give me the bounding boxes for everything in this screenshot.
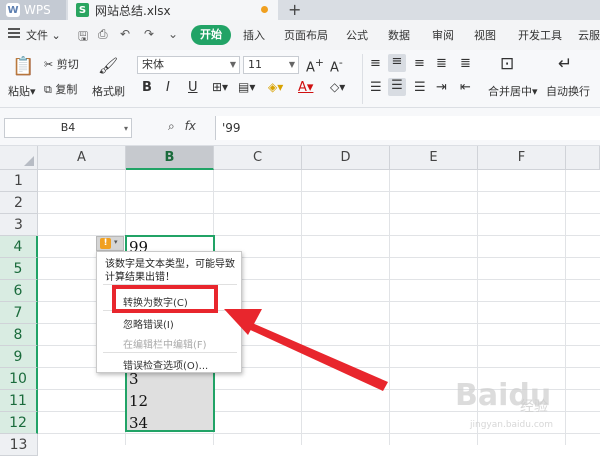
watermark-url: jingyan.baidu.com — [470, 420, 554, 430]
watermark-sub: 经验 — [520, 399, 548, 415]
